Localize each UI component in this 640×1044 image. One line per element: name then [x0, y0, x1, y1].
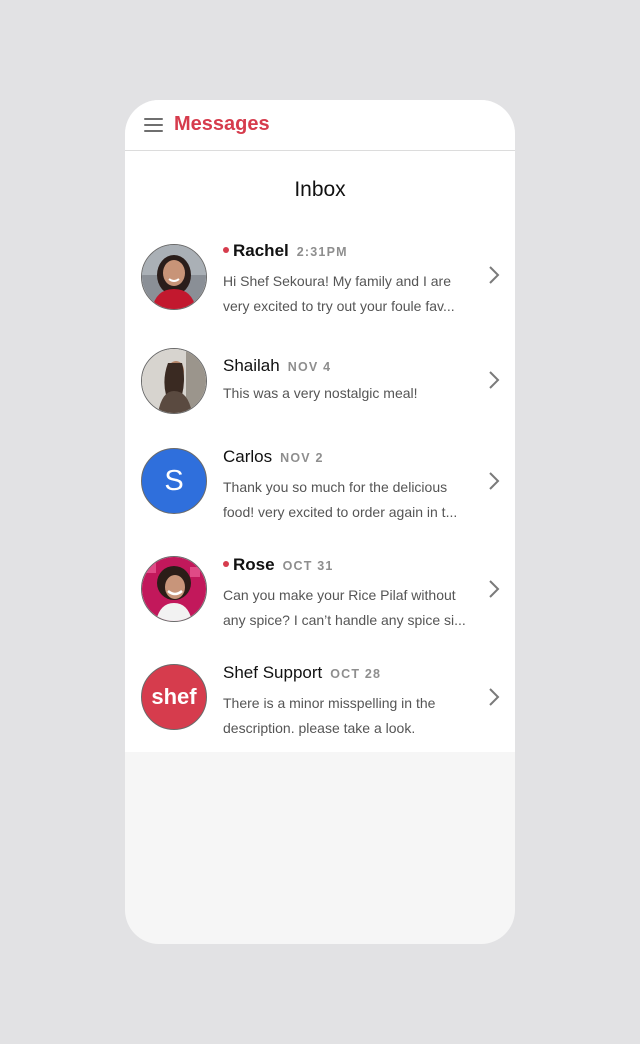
message-preview: Can you make your Rice Pilaf without any…: [223, 583, 467, 632]
app-title: Messages: [174, 113, 270, 135]
preview-line: food! very excited to order again in t..…: [223, 503, 458, 520]
conversation-header: Rachel 2:31PM: [223, 241, 348, 263]
chevron-right-icon: [489, 688, 500, 706]
sender-name: Shef Support: [223, 663, 323, 682]
message-date: OCT 31: [282, 559, 334, 573]
avatar-letter: S: [141, 448, 207, 514]
conversation-row-shef-support[interactable]: shef Shef Support OCT 28 There is a minor…: [125, 663, 515, 743]
conversation-row-rachel[interactable]: Rachel 2:31PM Hi Shef Sekoura! My family …: [125, 241, 515, 321]
conversation-row-shailah[interactable]: Shailah NOV 4 This was a very nostalgic m…: [125, 348, 515, 426]
message-date: NOV 2: [280, 451, 324, 465]
hamburger-menu-icon[interactable]: [144, 118, 163, 132]
chevron-right-icon: [489, 371, 500, 389]
message-date: 2:31PM: [296, 245, 348, 259]
shef-logo-avatar: shef: [141, 664, 207, 730]
app-header: Messages: [125, 100, 515, 151]
preview-line: description. please take a look.: [223, 719, 416, 736]
message-preview: This was a very nostalgic meal!: [223, 381, 467, 406]
phone-frame: Messages Inbox Rachel 2:31PM Hi Shef Seko…: [125, 100, 515, 944]
conversation-header: Shailah NOV 4: [223, 356, 331, 378]
conversation-row-carlos[interactable]: S Carlos NOV 2 Thank you so much for the …: [125, 447, 515, 527]
message-preview: Hi Shef Sekoura! My family and I are ver…: [223, 269, 467, 318]
message-preview: There is a minor misspelling in the desc…: [223, 691, 467, 740]
preview-line: Thank you so much for the delicious: [223, 479, 448, 495]
sender-name: Carlos: [223, 447, 273, 466]
inbox-title: Inbox: [294, 178, 346, 201]
chevron-right-icon: [489, 580, 500, 598]
sender-name: Rose: [233, 555, 275, 574]
conversation-row-rose[interactable]: Rose OCT 31 Can you make your Rice Pilaf …: [125, 555, 515, 635]
preview-line: There is a minor misspelling in the: [223, 695, 436, 711]
preview-line: very excited to try out your foule fav..…: [223, 297, 455, 314]
sender-name: Rachel: [233, 241, 289, 260]
inbox-panel: Inbox Rachel 2:31PM Hi Shef Sekoura! My f…: [125, 151, 515, 752]
message-date: OCT 28: [330, 667, 382, 681]
sender-name: Shailah: [223, 356, 280, 375]
preview-line: any spice? I can’t handle any spice si..…: [223, 611, 466, 628]
conversation-header: Rose OCT 31: [223, 555, 334, 577]
message-date: NOV 4: [287, 360, 332, 374]
preview-line: This was a very nostalgic meal!: [223, 385, 418, 401]
chevron-right-icon: [489, 266, 500, 284]
preview-line: Can you make your Rice Pilaf without: [223, 587, 456, 603]
conversation-header: Shef Support OCT 28: [223, 663, 381, 685]
avatar: [141, 244, 207, 310]
chevron-right-icon: [489, 472, 500, 490]
unread-indicator: [223, 560, 229, 567]
avatar: [141, 348, 207, 414]
preview-line: Hi Shef Sekoura! My family and I are: [223, 273, 451, 289]
conversation-header: Carlos NOV 2: [223, 447, 324, 469]
message-preview: Thank you so much for the delicious food…: [223, 475, 467, 524]
avatar: [141, 556, 207, 622]
unread-indicator: [223, 246, 229, 253]
